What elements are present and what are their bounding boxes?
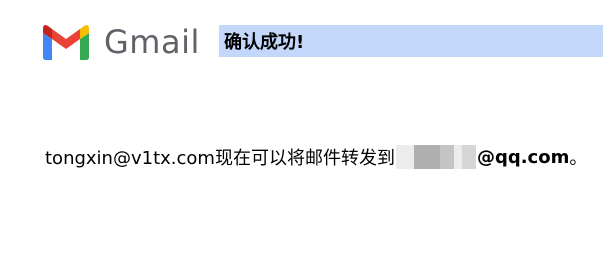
message-suffix: 。 xyxy=(569,148,588,169)
forwarding-domain: @qq.com xyxy=(476,146,570,168)
gmail-logo: Gmail xyxy=(40,22,200,62)
confirmation-title: 确认成功! xyxy=(224,32,305,53)
forwarding-message: tongxin@v1tx.com现在可以将邮件转发到 @qq.com 。 xyxy=(45,143,587,171)
message-prefix: tongxin@v1tx.com现在可以将邮件转发到 xyxy=(45,148,395,169)
gmail-wordmark: Gmail xyxy=(104,23,200,61)
redacted-email-block xyxy=(395,145,476,169)
gmail-m-icon xyxy=(43,25,89,60)
confirmation-banner: 确认成功! xyxy=(219,25,603,57)
